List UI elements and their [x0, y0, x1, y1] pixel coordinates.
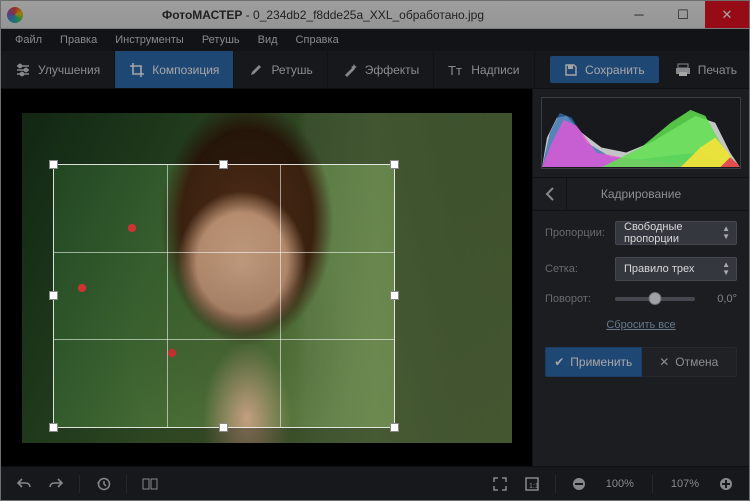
redo-button[interactable]: [43, 471, 69, 497]
zoom-value-2: 107%: [663, 478, 707, 490]
tab-effects[interactable]: Эффекты: [328, 51, 435, 88]
canvas[interactable]: [1, 89, 532, 466]
rotate-slider[interactable]: [615, 297, 695, 301]
crop-handle-tr[interactable]: [390, 160, 399, 169]
sliders-icon: [15, 62, 31, 78]
crop-handle-tl[interactable]: [49, 160, 58, 169]
compare-button[interactable]: [137, 471, 163, 497]
grid-select[interactable]: Правило трех ▲▼: [615, 257, 737, 281]
print-button[interactable]: Печать: [663, 51, 749, 88]
slider-thumb[interactable]: [649, 292, 662, 305]
history-button[interactable]: [90, 471, 116, 497]
save-icon: [564, 63, 578, 77]
app-icon: [7, 7, 23, 23]
actual-size-button[interactable]: 1:1: [519, 471, 545, 497]
menu-help[interactable]: Справка: [288, 32, 347, 48]
grid-label: Сетка:: [545, 263, 607, 275]
apply-label: Применить: [570, 355, 632, 369]
zoom-value-1: 100%: [598, 478, 642, 490]
cancel-label: Отмена: [675, 355, 718, 369]
histogram: [541, 97, 741, 169]
text-icon: Tт: [448, 62, 464, 78]
maximize-button[interactable]: ☐: [661, 1, 705, 28]
print-icon: [675, 63, 691, 77]
print-label: Печать: [698, 63, 737, 77]
statusbar: 1:1 100% 107%: [1, 466, 749, 500]
menu-tools[interactable]: Инструменты: [107, 32, 192, 48]
tab-composition-label: Композиция: [152, 63, 219, 77]
undo-button[interactable]: [11, 471, 37, 497]
tab-enhance-label: Улучшения: [38, 63, 100, 77]
check-icon: ✔: [554, 355, 564, 369]
crop-handle-ml[interactable]: [49, 291, 58, 300]
save-button[interactable]: Сохранить: [550, 56, 659, 83]
zoom-in-button[interactable]: [713, 471, 739, 497]
crop-handle-mr[interactable]: [390, 291, 399, 300]
menu-view[interactable]: Вид: [250, 32, 286, 48]
ratio-value: Свободные пропорции: [624, 221, 728, 245]
chevron-updown-icon: ▲▼: [722, 225, 730, 241]
rotate-label: Поворот:: [545, 293, 607, 305]
rotate-value: 0,0°: [703, 293, 737, 305]
close-button[interactable]: ✕: [705, 1, 749, 28]
menubar: Файл Правка Инструменты Ретушь Вид Справ…: [1, 29, 749, 51]
window-title: ФотоМАСТЕР - 0_234db2_f8dde25a_XXL_обраб…: [29, 8, 617, 22]
ratio-select[interactable]: Свободные пропорции ▲▼: [615, 221, 737, 245]
crop-handle-bm[interactable]: [219, 423, 228, 432]
photo-preview: [22, 113, 512, 443]
svg-text:Tт: Tт: [448, 63, 462, 78]
minimize-button[interactable]: ─: [617, 1, 661, 28]
chevron-updown-icon: ▲▼: [722, 261, 730, 277]
side-panel: Кадрирование Пропорции: Свободные пропор…: [532, 89, 749, 466]
crop-handle-br[interactable]: [390, 423, 399, 432]
tab-text-label: Надписи: [471, 63, 519, 77]
titlebar: ФотоМАСТЕР - 0_234db2_f8dde25a_XXL_обраб…: [1, 1, 749, 29]
menu-retouch[interactable]: Ретушь: [194, 32, 248, 48]
menu-edit[interactable]: Правка: [52, 32, 105, 48]
tab-retouch[interactable]: Ретушь: [234, 51, 327, 88]
svg-text:1:1: 1:1: [529, 483, 539, 490]
wand-icon: [342, 62, 358, 78]
brush-icon: [248, 62, 264, 78]
toolbar: Улучшения Композиция Ретушь Эффекты Tт Н…: [1, 51, 749, 89]
tab-retouch-label: Ретушь: [271, 63, 312, 77]
tab-enhance[interactable]: Улучшения: [1, 51, 115, 88]
cancel-button[interactable]: ✕ Отмена: [642, 347, 738, 377]
close-icon: ✕: [659, 355, 669, 369]
crop-icon: [129, 62, 145, 78]
crop-rectangle[interactable]: [54, 165, 394, 427]
back-button[interactable]: [533, 177, 567, 211]
zoom-out-button[interactable]: [566, 471, 592, 497]
panel-title: Кадрирование: [567, 187, 749, 201]
save-label: Сохранить: [585, 63, 645, 77]
tab-composition[interactable]: Композиция: [115, 51, 234, 88]
apply-button[interactable]: ✔ Применить: [545, 347, 642, 377]
menu-file[interactable]: Файл: [7, 32, 50, 48]
ratio-label: Пропорции:: [545, 227, 607, 239]
fit-screen-button[interactable]: [487, 471, 513, 497]
tab-effects-label: Эффекты: [365, 63, 420, 77]
reset-link[interactable]: Сбросить все: [545, 319, 737, 331]
crop-handle-tm[interactable]: [219, 160, 228, 169]
tab-text[interactable]: Tт Надписи: [434, 51, 534, 88]
grid-value: Правило трех: [624, 263, 694, 275]
crop-handle-bl[interactable]: [49, 423, 58, 432]
